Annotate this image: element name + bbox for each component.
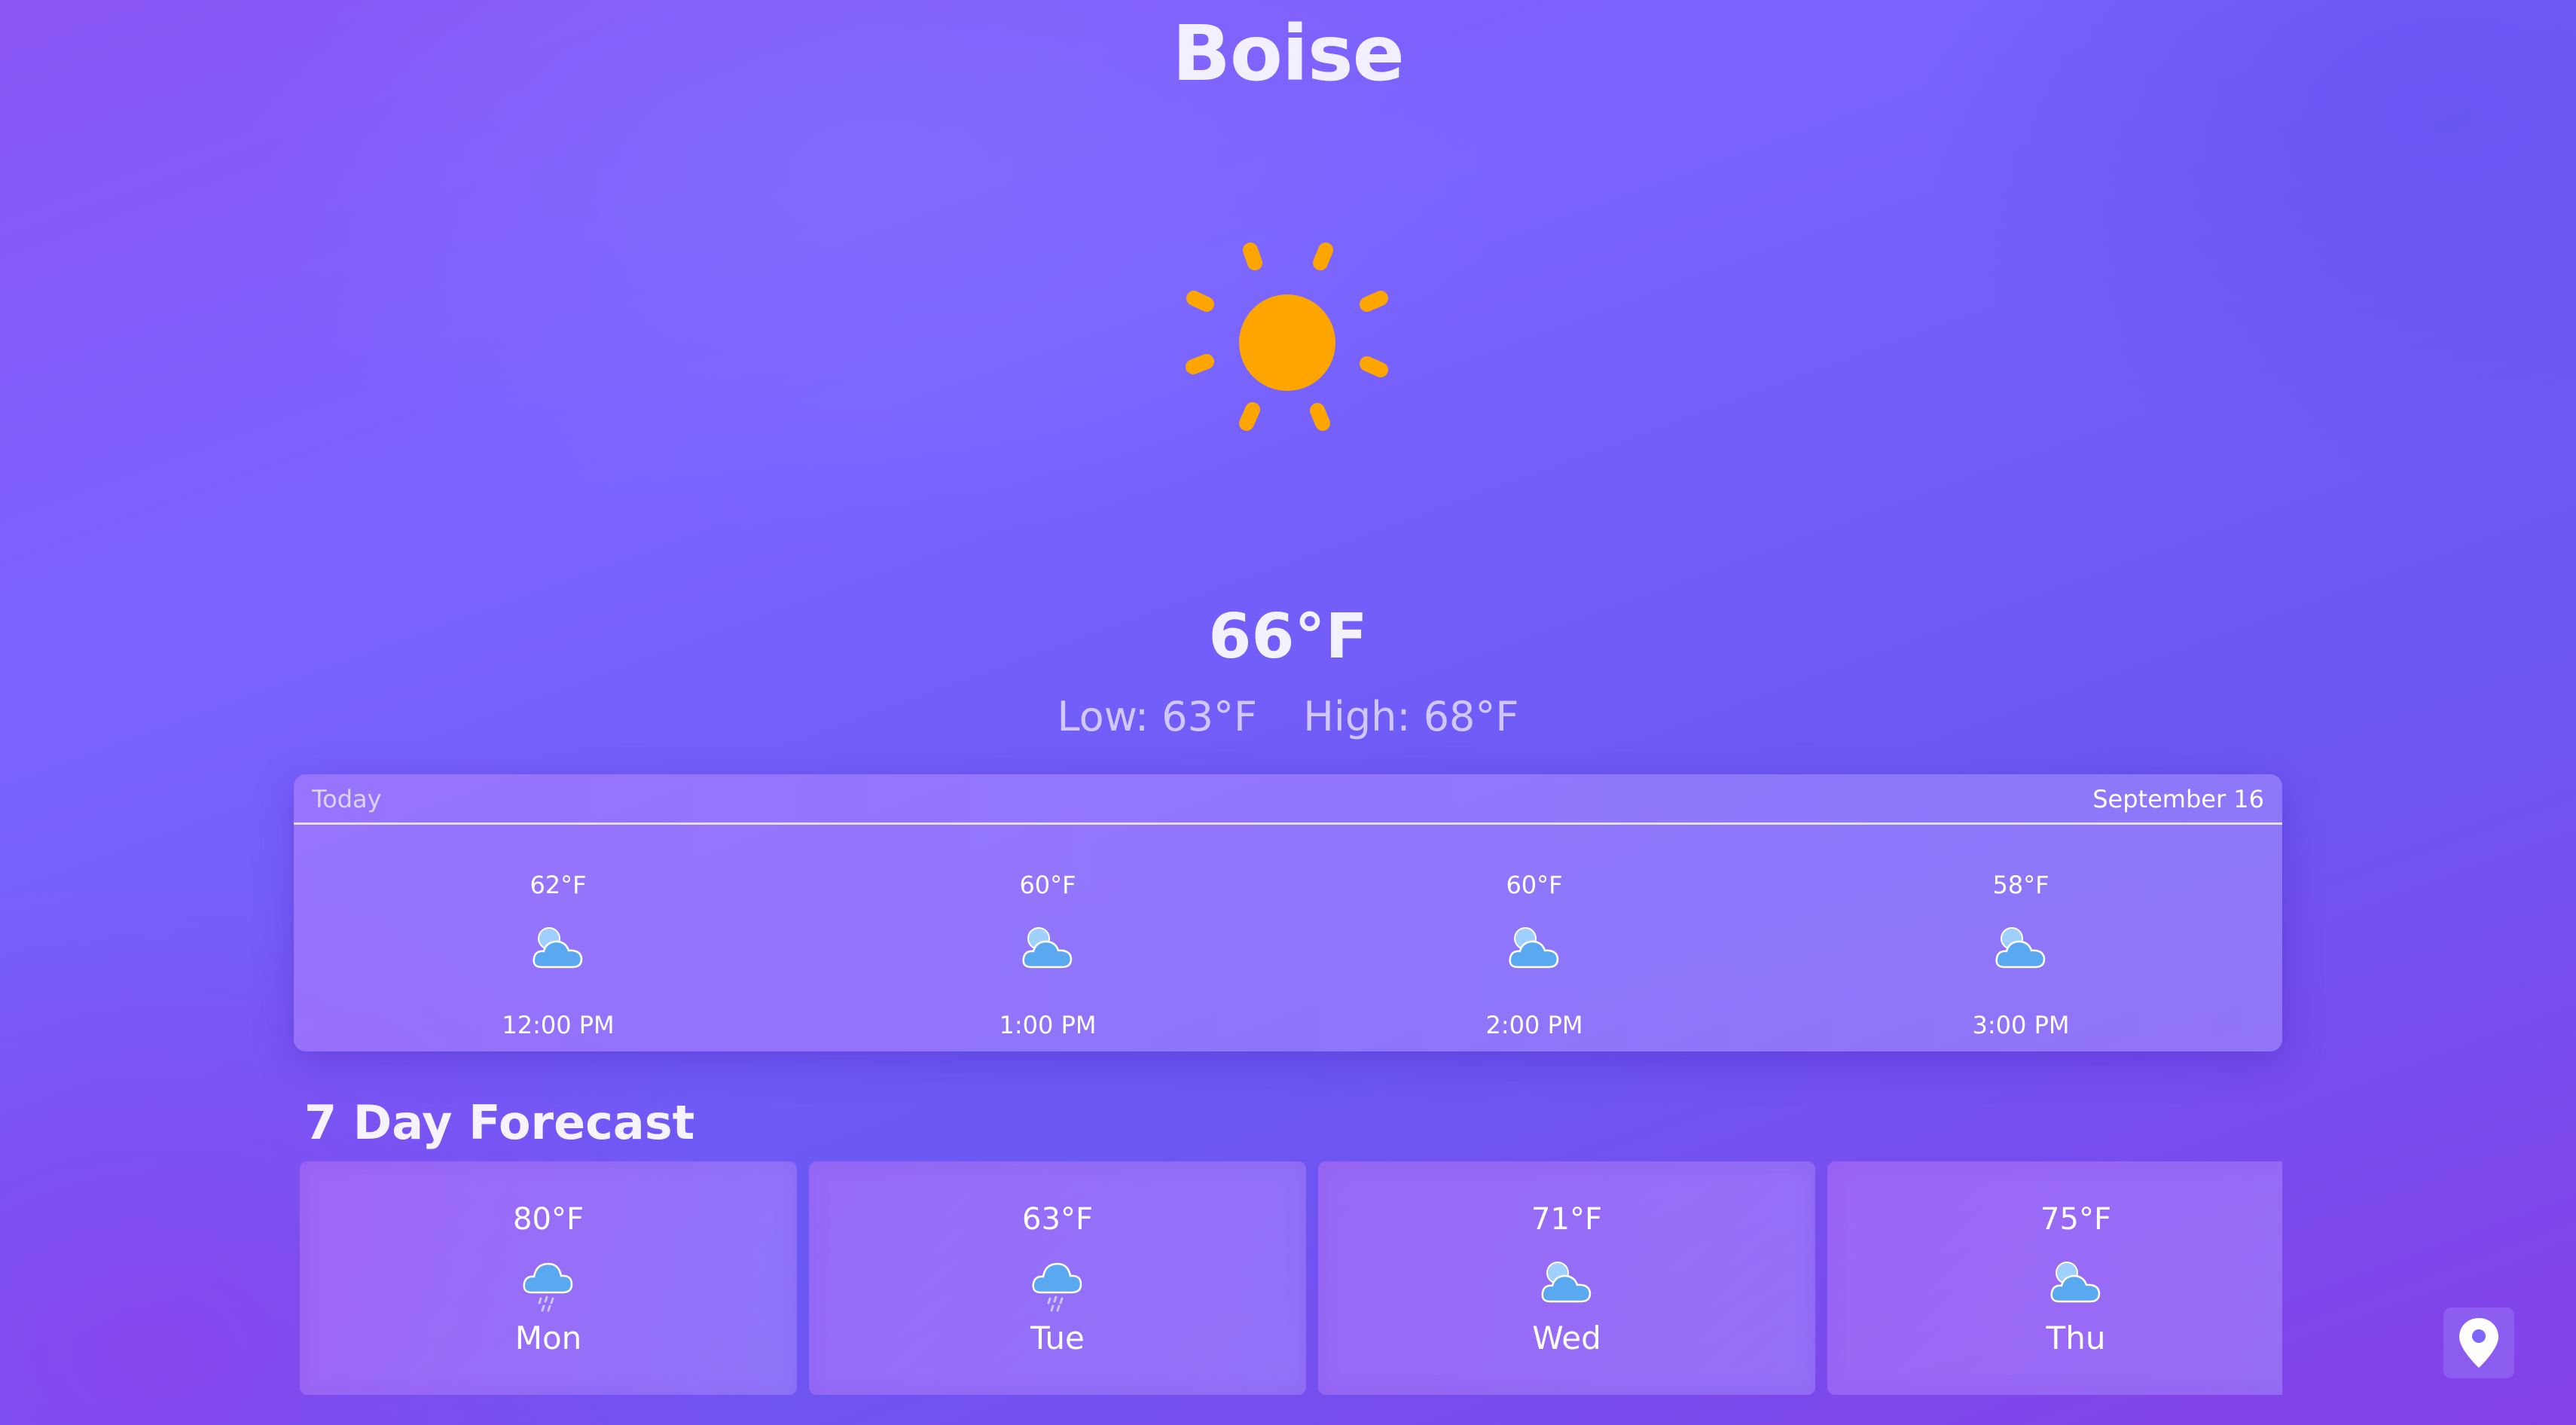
sun-icon <box>1183 239 1391 447</box>
hourly-item: 60°F 2:00 PM <box>1384 822 1685 1048</box>
hourly-item: 60°F 1:00 PM <box>897 822 1198 1048</box>
hourly-forecast-card: Today September 16 62°F 12:00 PM 60°F 1:… <box>294 774 2282 1051</box>
location-button[interactable] <box>2443 1308 2514 1378</box>
hourly-temperature: 60°F <box>1506 871 1563 899</box>
daily-temperature: 63°F <box>1022 1202 1093 1237</box>
low-high-temperature: Low: 63°F High: 68°F <box>0 693 2576 740</box>
partly-cloudy-icon <box>1540 1253 1594 1314</box>
daily-forecast-card: 71°F Wed <box>1318 1161 1815 1395</box>
daily-day-name: Wed <box>1532 1320 1601 1356</box>
daily-forecast-card: 75°F Thu <box>1827 1161 2282 1395</box>
partly-cloudy-icon <box>1507 920 1561 975</box>
hourly-temperature: 58°F <box>1992 871 2050 899</box>
hourly-time: 12:00 PM <box>502 1011 615 1039</box>
daily-temperature: 80°F <box>513 1202 584 1237</box>
hourly-item: 62°F 12:00 PM <box>407 822 709 1048</box>
hourly-label: Today <box>312 785 382 813</box>
current-temperature: 66°F <box>1208 601 1368 673</box>
partly-cloudy-icon <box>531 920 585 975</box>
hourly-item: 58°F 3:00 PM <box>1870 822 2172 1048</box>
rain-cloud-icon <box>521 1253 575 1314</box>
daily-day-name: Tue <box>1030 1320 1085 1356</box>
partly-cloudy-icon <box>1021 920 1075 975</box>
partly-cloudy-icon <box>2049 1253 2103 1314</box>
daily-forecast-card: 80°F Mon <box>300 1161 797 1395</box>
daily-forecast-list[interactable]: 80°F Mon 63°F Tue 71°F Wed 75°F Thu <box>300 1161 2282 1395</box>
hourly-forecast-header: Today September 16 <box>294 774 2282 825</box>
hourly-time: 3:00 PM <box>1972 1011 2070 1039</box>
daily-temperature: 71°F <box>1531 1202 1602 1237</box>
city-name: Boise <box>1172 9 1405 99</box>
daily-temperature: 75°F <box>2040 1202 2111 1237</box>
daily-day-name: Thu <box>2046 1320 2106 1356</box>
hourly-temperature: 62°F <box>530 871 587 899</box>
partly-cloudy-icon <box>1994 920 2048 975</box>
daily-day-name: Mon <box>514 1320 582 1356</box>
daily-forecast-card: 63°F Tue <box>809 1161 1306 1395</box>
hourly-temperature: 60°F <box>1019 871 1076 899</box>
rain-cloud-icon <box>1030 1253 1085 1314</box>
low-temperature: Low: 63°F <box>1057 693 1258 740</box>
hourly-date: September 16 <box>2092 785 2264 813</box>
high-temperature: High: 68°F <box>1303 693 1519 740</box>
hourly-time: 1:00 PM <box>999 1011 1097 1039</box>
forecast-title: 7 Day Forecast <box>304 1095 695 1150</box>
location-pin-icon <box>2459 1318 2498 1368</box>
hourly-time: 2:00 PM <box>1485 1011 1583 1039</box>
